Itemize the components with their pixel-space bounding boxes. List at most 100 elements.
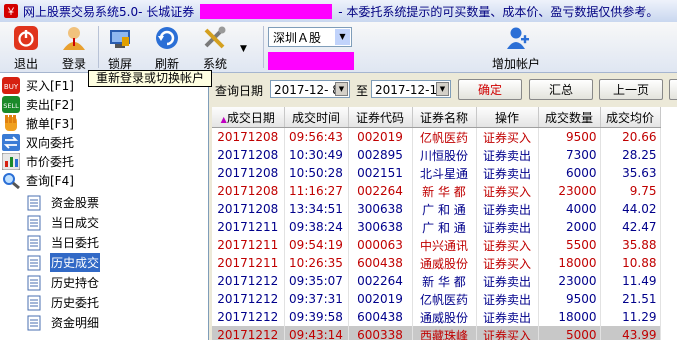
system-dropdown-arrow[interactable]: ▼: [240, 44, 247, 54]
sidebar-item-query[interactable]: 查询[F4]: [2, 170, 74, 190]
sidebar-item-cancel[interactable]: 撤单[F3]: [2, 113, 74, 133]
cell-price: 42.47: [600, 218, 661, 236]
cell-op: 证券卖出: [476, 290, 539, 308]
table-row[interactable]: 20171208 10:30:49 002895 川恒股份 证券卖出 7300 28.25: [212, 146, 661, 164]
sidebar-item-market-order[interactable]: 市价委托: [2, 151, 74, 171]
end-date-input[interactable]: 2017-12-12 ▼: [371, 80, 451, 98]
account-redacted[interactable]: [268, 52, 354, 70]
power-icon: [14, 26, 38, 50]
cell-qty: 23000: [538, 182, 601, 200]
column-header[interactable]: 操作: [476, 107, 539, 128]
cell-date: 20171212: [212, 308, 285, 326]
table-header-row: ▲成交日期 成交时间 证券代码 证券名称 操作 成交数量 成交均价: [212, 107, 661, 128]
redacted-block: [200, 3, 333, 19]
sidebar-item-two-way[interactable]: 双向委托: [2, 132, 74, 152]
sidebar-subitem-fund-details[interactable]: 资金明细: [26, 313, 100, 332]
login-button[interactable]: 登录: [52, 25, 96, 71]
cell-name: 中兴通讯: [412, 236, 477, 254]
cell-op: 证券卖出: [476, 272, 539, 290]
start-date-input[interactable]: 2017-12- 8 ▼: [270, 80, 350, 98]
cell-op: 证券卖出: [476, 308, 539, 326]
app-icon: ￥: [4, 4, 18, 18]
cell-name: 亿帆医药: [412, 290, 477, 308]
add-account-button[interactable]: 增加帐户: [488, 25, 544, 72]
cell-price: 20.66: [600, 127, 661, 146]
chevron-down-icon[interactable]: ▼: [436, 82, 449, 96]
cell-code: 002895: [348, 146, 413, 164]
cell-price: 44.02: [600, 200, 661, 218]
cell-price: 21.51: [600, 290, 661, 308]
sidebar-subitem-today-trades[interactable]: 当日成交: [26, 213, 100, 232]
column-header[interactable]: 成交数量: [538, 107, 601, 128]
sidebar-item-buy[interactable]: BUY 买入[F1]: [2, 75, 74, 95]
cell-date: 20171208: [212, 200, 285, 218]
sidebar-subitem-today-orders[interactable]: 当日委托: [26, 233, 100, 252]
cell-qty: 6000: [538, 164, 601, 182]
system-button[interactable]: 系统: [193, 25, 237, 71]
cell-time: 09:43:14: [284, 326, 349, 340]
cell-date: 20171211: [212, 218, 285, 236]
app-title: 网上股票交易系统5.0: [23, 4, 139, 19]
cell-name: 通威股份: [412, 254, 477, 272]
table-row[interactable]: 20171212 09:35:07 002264 新 华 都证券卖出 23000 11.4…: [212, 272, 661, 290]
cell-code: 002264: [348, 182, 413, 200]
table-row[interactable]: 20171212 09:37:31 002019 亿帆医药 证券卖出 9500 21.51: [212, 290, 661, 308]
document-icon: [27, 215, 41, 230]
cell-op: 证券卖出: [476, 164, 539, 182]
table-row[interactable]: 20171211 10:26:35 600438 通威股份 证券买入 18000 10.88: [212, 254, 661, 272]
table-row[interactable]: 20171212 09:43:14 600338 西藏珠峰 证券买入 5000 43.99: [212, 326, 661, 340]
chevron-down-icon[interactable]: ▼: [335, 82, 348, 96]
cell-date: 20171212: [212, 290, 285, 308]
toolbar-separator: [263, 26, 264, 68]
to-label: 至: [356, 84, 369, 98]
user-icon: [63, 27, 85, 50]
table-row[interactable]: 20171211 09:54:19 000063 中兴通讯 证券买入 5500 35.88: [212, 236, 661, 254]
lock-button[interactable]: 锁屏: [98, 25, 142, 71]
chevron-down-icon[interactable]: ▼: [335, 29, 350, 45]
confirm-button[interactable]: 确定: [458, 79, 522, 100]
table-row[interactable]: 20171208 13:34:51 300638 广 和 通证券卖出 4000 44.02: [212, 200, 661, 218]
column-header[interactable]: 证券名称: [412, 107, 477, 128]
sidebar-subitem-history-trades[interactable]: 历史成交: [26, 253, 101, 272]
sidebar-subitem-history-orders[interactable]: 历史委托: [26, 293, 100, 312]
cell-qty: 18000: [538, 308, 601, 326]
column-header[interactable]: ▲成交日期: [212, 107, 285, 128]
document-icon: [27, 295, 41, 310]
table-row[interactable]: 20171211 09:38:24 300638 广 和 通证券卖出 2000 42.47: [212, 218, 661, 236]
table-row[interactable]: 20171208 11:16:27 002264 新 华 都证券买入 23000 9.75: [212, 182, 661, 200]
cell-time: 10:30:49: [284, 146, 349, 164]
table-row[interactable]: 20171212 09:39:58 600438 通威股份 证券卖出 18000 11.29: [212, 308, 661, 326]
cell-date: 20171212: [212, 326, 285, 340]
cell-qty: 18000: [538, 254, 601, 272]
toolbar: 退出 登录 锁屏 刷新 系统 ▼ 深圳Ａ股 ▼ 增加帐户: [0, 22, 677, 73]
market-order-icon: [2, 152, 20, 170]
cell-time: 09:35:07: [284, 272, 349, 290]
cell-name: 新 华 都: [412, 182, 477, 200]
column-header[interactable]: 成交时间: [284, 107, 349, 128]
cell-code: 002019: [348, 127, 413, 146]
market-select[interactable]: 深圳Ａ股 ▼: [268, 27, 352, 47]
sidebar-item-sell[interactable]: SELL 卖出[F2]: [2, 94, 74, 114]
exit-button[interactable]: 退出: [4, 25, 48, 71]
column-header[interactable]: 成交均价: [600, 107, 661, 128]
sidebar-subitem-history-positions[interactable]: 历史持仓: [26, 273, 100, 292]
sidebar-nav: BUY 买入[F1] SELL 卖出[F2] 撤单[F3] 双向委托 市价委托 …: [0, 73, 209, 340]
history-trades-table: ▲成交日期 成交时间 证券代码 证券名称 操作 成交数量 成交均价 20171208 09:5…: [212, 107, 677, 340]
cell-code: 300638: [348, 218, 413, 236]
prev-page-button[interactable]: 上一页: [599, 79, 663, 100]
next-page-button[interactable]: 下: [669, 79, 677, 100]
query-bar: 查询日期 2017-12- 8 ▼ 至 2017-12-12 ▼ 确定 汇总 上…: [212, 73, 677, 102]
cell-price: 11.49: [600, 272, 661, 290]
summary-button[interactable]: 汇总: [529, 79, 593, 100]
trade-table: ▲成交日期 成交时间 证券代码 证券名称 操作 成交数量 成交均价 20171208 09:5…: [212, 107, 661, 340]
cell-time: 10:26:35: [284, 254, 349, 272]
table-row[interactable]: 20171208 10:50:28 002151 北斗星通 证券卖出 6000 35.63: [212, 164, 661, 182]
sidebar-subitem-funds[interactable]: 资金股票: [26, 193, 100, 212]
cell-price: 35.63: [600, 164, 661, 182]
document-icon: [27, 235, 41, 250]
table-row[interactable]: 20171208 09:56:43 002019 亿帆医药 证券买入 9500 20.66: [212, 127, 661, 146]
refresh-button[interactable]: 刷新: [145, 25, 189, 71]
cell-price: 35.88: [600, 236, 661, 254]
document-icon: [27, 315, 41, 330]
column-header[interactable]: 证券代码: [348, 107, 413, 128]
